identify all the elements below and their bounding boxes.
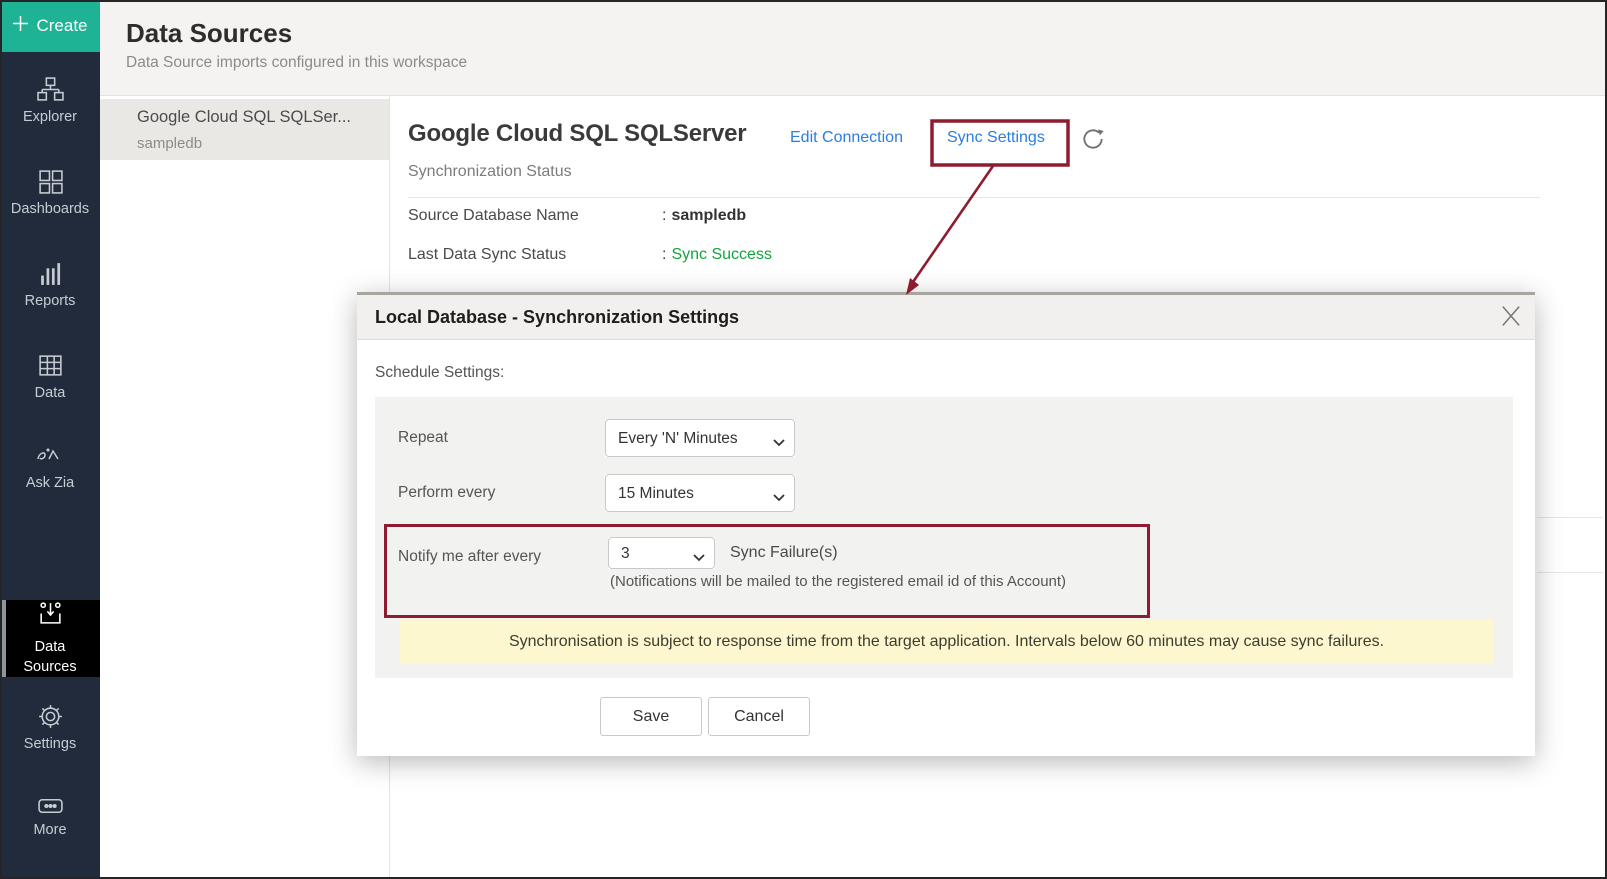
list-item-title: Google Cloud SQL SQLSer... [137, 108, 351, 127]
sidebar-item-ask-zia[interactable]: Ask Zia [0, 443, 100, 491]
sidebar: Create Explorer Dashboards [0, 0, 100, 879]
field-value: sampledb [671, 207, 746, 224]
notify-label: Notify me after every [398, 548, 541, 566]
perform-every-label: Perform every [398, 484, 495, 502]
data-table-icon [37, 352, 64, 379]
edit-connection-link[interactable]: Edit Connection [790, 129, 903, 147]
save-button[interactable]: Save [600, 697, 702, 736]
repeat-label: Repeat [398, 429, 448, 447]
data-source-list-item[interactable]: Google Cloud SQL SQLSer... sampledb [100, 99, 390, 160]
more-ellipsis-icon [37, 796, 64, 816]
connection-title: Google Cloud SQL SQLServer [408, 120, 746, 148]
field-separator: : [662, 246, 666, 263]
reports-icon [37, 260, 64, 287]
app-window: Create Explorer Dashboards [0, 0, 1607, 879]
plus-icon [12, 15, 29, 37]
notify-count-select[interactable]: 3 [608, 537, 715, 569]
sync-status-heading: Synchronization Status [408, 163, 572, 181]
sync-failures-suffix: Sync Failure(s) [730, 544, 838, 562]
schedule-settings-heading: Schedule Settings: [375, 364, 504, 382]
section-divider [408, 197, 1540, 198]
notify-note: (Notifications will be mailed to the reg… [610, 573, 1066, 590]
refresh-icon[interactable] [1080, 126, 1106, 152]
field-last-sync-status: Last Data Sync Status :Sync Success [408, 246, 566, 264]
sync-success-status: Sync Success [671, 246, 771, 263]
page-subtitle: Data Source imports configured in this w… [126, 54, 467, 72]
close-icon[interactable] [1497, 302, 1525, 330]
ask-zia-icon [36, 443, 64, 469]
field-label: Last Data Sync Status [408, 246, 566, 263]
sidebar-item-dashboards[interactable]: Dashboards [0, 168, 100, 217]
annotation-arrow-line [913, 166, 993, 282]
cancel-button[interactable]: Cancel [708, 697, 810, 736]
sidebar-item-data-sources[interactable]: Data Sources [0, 600, 100, 677]
field-label: Source Database Name [408, 207, 579, 224]
sync-settings-link[interactable]: Sync Settings [947, 129, 1045, 147]
create-label: Create [36, 16, 87, 36]
dialog-title: Local Database - Synchronization Setting… [375, 295, 739, 340]
dialog-header: Local Database - Synchronization Setting… [357, 295, 1535, 340]
sidebar-item-data[interactable]: Data [0, 352, 100, 401]
perform-every-select[interactable]: 15 Minutes [605, 474, 795, 512]
sync-warning-banner: Synchronisation is subject to response t… [400, 620, 1493, 664]
sidebar-item-reports[interactable]: Reports [0, 260, 100, 309]
page-title: Data Sources [126, 18, 292, 49]
page-header: Data Sources Data Source imports configu… [100, 0, 1607, 96]
create-button[interactable]: Create [0, 0, 100, 52]
field-source-database-name: Source Database Name :sampledb [408, 207, 579, 225]
explorer-icon [37, 76, 64, 103]
sidebar-item-explorer[interactable]: Explorer [0, 76, 100, 125]
repeat-select[interactable]: Every 'N' Minutes [605, 419, 795, 457]
sidebar-item-more[interactable]: More [0, 796, 100, 838]
sync-settings-dialog: Local Database - Synchronization Setting… [357, 292, 1535, 756]
background-row-divider [1537, 572, 1603, 573]
list-item-subtitle: sampledb [137, 135, 202, 152]
background-row-divider [1537, 517, 1603, 518]
data-sources-icon [37, 600, 64, 634]
settings-gear-icon [37, 703, 64, 730]
field-separator: : [662, 207, 666, 224]
dashboards-icon [37, 168, 64, 195]
sidebar-item-settings[interactable]: Settings [0, 703, 100, 752]
